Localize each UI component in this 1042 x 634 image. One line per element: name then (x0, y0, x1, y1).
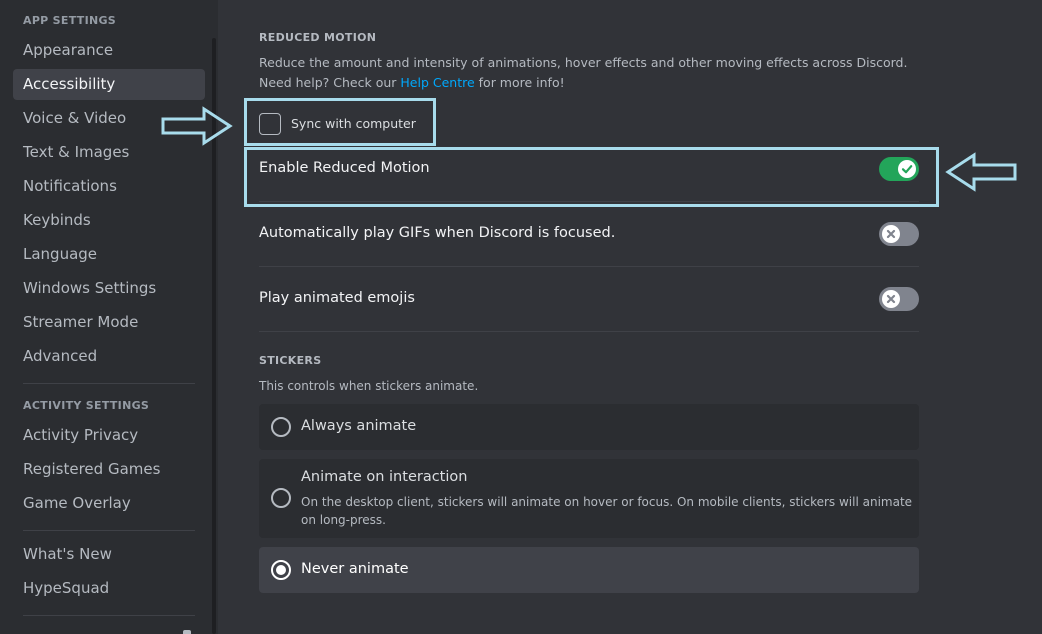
arrow-icon (945, 152, 1017, 192)
reduced-motion-title: REDUCED MOTION (259, 31, 377, 44)
sidebar-item-streamer-mode[interactable]: Streamer Mode (13, 307, 205, 338)
highlight-box-reduced-motion (244, 147, 939, 207)
animated-emojis-label: Play animated emojis (259, 290, 415, 306)
stickers-title: STICKERS (259, 354, 322, 367)
activity-settings-header: ACTIVITY SETTINGS (23, 399, 150, 412)
sidebar-item-windows-settings[interactable]: Windows Settings (13, 273, 205, 304)
radio-label: Always animate (301, 418, 417, 434)
arrow-icon (161, 106, 233, 146)
sidebar-item-registered-games[interactable]: Registered Games (13, 454, 205, 485)
sticker-option-always-animate[interactable]: Always animate (259, 404, 919, 450)
radio-label: Animate on interaction (301, 469, 468, 485)
help-centre-link[interactable]: Help Centre (400, 75, 474, 90)
radio-button[interactable] (271, 488, 291, 508)
sidebar-item-activity-privacy[interactable]: Activity Privacy (13, 420, 205, 451)
sidebar-item-game-overlay[interactable]: Game Overlay (13, 488, 205, 519)
radio-description: On the desktop client, stickers will ani… (301, 495, 913, 527)
sticker-option-never-animate[interactable]: Never animate (259, 547, 919, 593)
sidebar-item-appearance[interactable]: Appearance (13, 35, 205, 66)
stickers-description: This controls when stickers animate. (259, 379, 479, 393)
sidebar-separator (23, 383, 195, 384)
sidebar-separator (23, 615, 195, 616)
toggle-knob (882, 290, 900, 308)
toggle-knob (882, 225, 900, 243)
sidebar-item-language[interactable]: Language (13, 239, 205, 270)
app-settings-header: APP SETTINGS (23, 14, 117, 27)
sidebar-item-hypesquad[interactable]: HypeSquad (13, 573, 205, 604)
radio-label: Never animate (301, 561, 409, 577)
row-separator (259, 266, 919, 267)
x-icon (886, 229, 896, 239)
sidebar-item-accessibility[interactable]: Accessibility (13, 69, 205, 100)
sidebar-item-whats-new[interactable]: What's New (13, 539, 205, 570)
autoplay-gifs-label: Automatically play GIFs when Discord is … (259, 225, 616, 241)
radio-button-selected[interactable] (271, 560, 291, 580)
settings-sidebar: APP SETTINGS Appearance Accessibility Vo… (0, 0, 218, 634)
settings-content: REDUCED MOTION Reduce the amount and int… (218, 0, 1042, 634)
sidebar-item-keybinds[interactable]: Keybinds (13, 205, 205, 236)
sidebar-item-notifications[interactable]: Notifications (13, 171, 205, 202)
sidebar-bottom-icon (183, 630, 191, 634)
reduced-motion-description: Reduce the amount and intensity of anima… (259, 53, 909, 93)
sidebar-item-advanced[interactable]: Advanced (13, 341, 205, 372)
highlight-box-sync (244, 98, 436, 146)
animated-emojis-toggle[interactable] (879, 287, 919, 311)
description-text-end: for more info! (474, 75, 565, 90)
radio-button[interactable] (271, 417, 291, 437)
description-text: Reduce the amount and intensity of anima… (259, 55, 908, 90)
autoplay-gifs-toggle[interactable] (879, 222, 919, 246)
row-separator (259, 331, 919, 332)
sidebar-separator (23, 530, 195, 531)
sticker-option-animate-on-interaction[interactable]: Animate on interaction On the desktop cl… (259, 459, 919, 538)
x-icon (886, 294, 896, 304)
